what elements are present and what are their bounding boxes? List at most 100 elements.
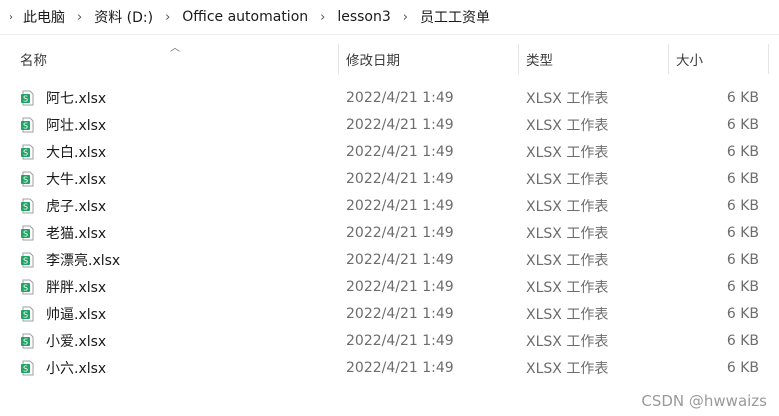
file-row[interactable]: S 帅逼.xlsx 2022/4/21 1:49 XLSX 工作表 6 KB (0, 300, 779, 327)
file-row[interactable]: S 阿壮.xlsx 2022/4/21 1:49 XLSX 工作表 6 KB (0, 111, 779, 138)
chevron-right-icon[interactable]: › (313, 10, 332, 25)
file-modified-date: 2022/4/21 1:49 (346, 359, 454, 376)
breadcrumb-item-this-pc[interactable]: 此电脑 (18, 7, 70, 27)
file-type: XLSX 工作表 (526, 279, 609, 296)
file-name[interactable]: 大白.xlsx (46, 142, 106, 162)
excel-file-icon: S (20, 144, 36, 160)
file-type: XLSX 工作表 (526, 144, 609, 161)
file-type: XLSX 工作表 (526, 171, 609, 188)
file-name[interactable]: 老猫.xlsx (46, 223, 106, 243)
svg-text:S: S (23, 310, 28, 319)
column-divider[interactable] (518, 44, 519, 74)
excel-file-icon: S (20, 171, 36, 187)
excel-file-icon: S (20, 333, 36, 349)
file-name[interactable]: 李漂亮.xlsx (46, 250, 120, 270)
file-size: 6 KB (726, 332, 759, 349)
file-type: XLSX 工作表 (526, 225, 609, 242)
file-modified-date: 2022/4/21 1:49 (346, 224, 454, 241)
file-modified-date: 2022/4/21 1:49 (346, 332, 454, 349)
column-header-name[interactable]: 名称 (20, 42, 47, 76)
file-size: 6 KB (726, 224, 759, 241)
file-size: 6 KB (726, 170, 759, 187)
file-name[interactable]: 小爱.xlsx (46, 331, 106, 351)
file-type: XLSX 工作表 (526, 90, 609, 107)
excel-file-icon: S (20, 198, 36, 214)
breadcrumb-item-current-folder[interactable]: 员工工资单 (415, 7, 495, 27)
chevron-right-icon[interactable]: › (4, 12, 18, 23)
chevron-right-icon[interactable]: › (396, 10, 415, 25)
file-size: 6 KB (726, 359, 759, 376)
svg-text:S: S (23, 337, 28, 346)
file-row[interactable]: S 李漂亮.xlsx 2022/4/21 1:49 XLSX 工作表 6 KB (0, 246, 779, 273)
file-row[interactable]: S 胖胖.xlsx 2022/4/21 1:49 XLSX 工作表 6 KB (0, 273, 779, 300)
file-row[interactable]: S 小爱.xlsx 2022/4/21 1:49 XLSX 工作表 6 KB (0, 327, 779, 354)
file-modified-date: 2022/4/21 1:49 (346, 278, 454, 295)
file-size: 6 KB (726, 251, 759, 268)
file-type: XLSX 工作表 (526, 360, 609, 377)
file-row[interactable]: S 老猫.xlsx 2022/4/21 1:49 XLSX 工作表 6 KB (0, 219, 779, 246)
excel-file-icon: S (20, 306, 36, 322)
excel-file-icon: S (20, 252, 36, 268)
svg-text:S: S (23, 202, 28, 211)
file-modified-date: 2022/4/21 1:49 (346, 197, 454, 214)
file-row[interactable]: S 小六.xlsx 2022/4/21 1:49 XLSX 工作表 6 KB (0, 354, 779, 381)
file-list: S 阿七.xlsx 2022/4/21 1:49 XLSX 工作表 6 KB S… (0, 84, 779, 381)
excel-file-icon: S (20, 360, 36, 376)
watermark: CSDN @hwwaizs (641, 392, 767, 410)
svg-text:S: S (23, 364, 28, 373)
file-name[interactable]: 帅逼.xlsx (46, 304, 106, 324)
file-row[interactable]: S 虎子.xlsx 2022/4/21 1:49 XLSX 工作表 6 KB (0, 192, 779, 219)
excel-file-icon: S (20, 117, 36, 133)
file-size: 6 KB (726, 143, 759, 160)
file-size: 6 KB (726, 278, 759, 295)
file-type: XLSX 工作表 (526, 198, 609, 215)
column-divider[interactable] (668, 44, 669, 74)
file-modified-date: 2022/4/21 1:49 (346, 89, 454, 106)
file-modified-date: 2022/4/21 1:49 (346, 305, 454, 322)
chevron-right-icon[interactable]: › (158, 10, 177, 25)
file-modified-date: 2022/4/21 1:49 (346, 143, 454, 160)
column-header-modified[interactable]: 修改日期 (346, 42, 400, 76)
file-size: 6 KB (726, 197, 759, 214)
file-name[interactable]: 阿壮.xlsx (46, 115, 106, 135)
file-name[interactable]: 胖胖.xlsx (46, 277, 106, 297)
file-modified-date: 2022/4/21 1:49 (346, 251, 454, 268)
file-size: 6 KB (726, 89, 759, 106)
column-divider[interactable] (338, 44, 339, 74)
file-name[interactable]: 阿七.xlsx (46, 88, 106, 108)
svg-text:S: S (23, 256, 28, 265)
breadcrumb-item-office-automation[interactable]: Office automation (177, 9, 313, 25)
svg-text:S: S (23, 229, 28, 238)
svg-text:S: S (23, 148, 28, 157)
excel-file-icon: S (20, 90, 36, 106)
svg-text:S: S (23, 121, 28, 130)
file-size: 6 KB (726, 305, 759, 322)
file-type: XLSX 工作表 (526, 117, 609, 134)
column-divider[interactable] (768, 44, 769, 74)
file-size: 6 KB (726, 116, 759, 133)
column-header-size[interactable]: 大小 (676, 42, 703, 76)
breadcrumb-item-drive-d[interactable]: 资料 (D:) (89, 7, 158, 27)
file-modified-date: 2022/4/21 1:49 (346, 116, 454, 133)
file-name[interactable]: 虎子.xlsx (46, 196, 106, 216)
file-name[interactable]: 大牛.xlsx (46, 169, 106, 189)
file-row[interactable]: S 阿七.xlsx 2022/4/21 1:49 XLSX 工作表 6 KB (0, 84, 779, 111)
file-modified-date: 2022/4/21 1:49 (346, 170, 454, 187)
column-header-type[interactable]: 类型 (526, 42, 553, 76)
svg-text:S: S (23, 283, 28, 292)
file-name[interactable]: 小六.xlsx (46, 358, 106, 378)
breadcrumb-item-lesson3[interactable]: lesson3 (332, 9, 395, 25)
file-row[interactable]: S 大牛.xlsx 2022/4/21 1:49 XLSX 工作表 6 KB (0, 165, 779, 192)
file-type: XLSX 工作表 (526, 333, 609, 350)
column-header-row: ︿ 名称 修改日期 类型 大小 (0, 42, 779, 76)
svg-text:S: S (23, 175, 28, 184)
file-row[interactable]: S 大白.xlsx 2022/4/21 1:49 XLSX 工作表 6 KB (0, 138, 779, 165)
sort-ascending-icon: ︿ (170, 43, 180, 54)
file-type: XLSX 工作表 (526, 306, 609, 323)
file-type: XLSX 工作表 (526, 252, 609, 269)
chevron-right-icon[interactable]: › (70, 10, 89, 25)
svg-text:S: S (23, 94, 28, 103)
breadcrumb: › 此电脑 › 资料 (D:) › Office automation › le… (0, 0, 779, 35)
excel-file-icon: S (20, 225, 36, 241)
excel-file-icon: S (20, 279, 36, 295)
